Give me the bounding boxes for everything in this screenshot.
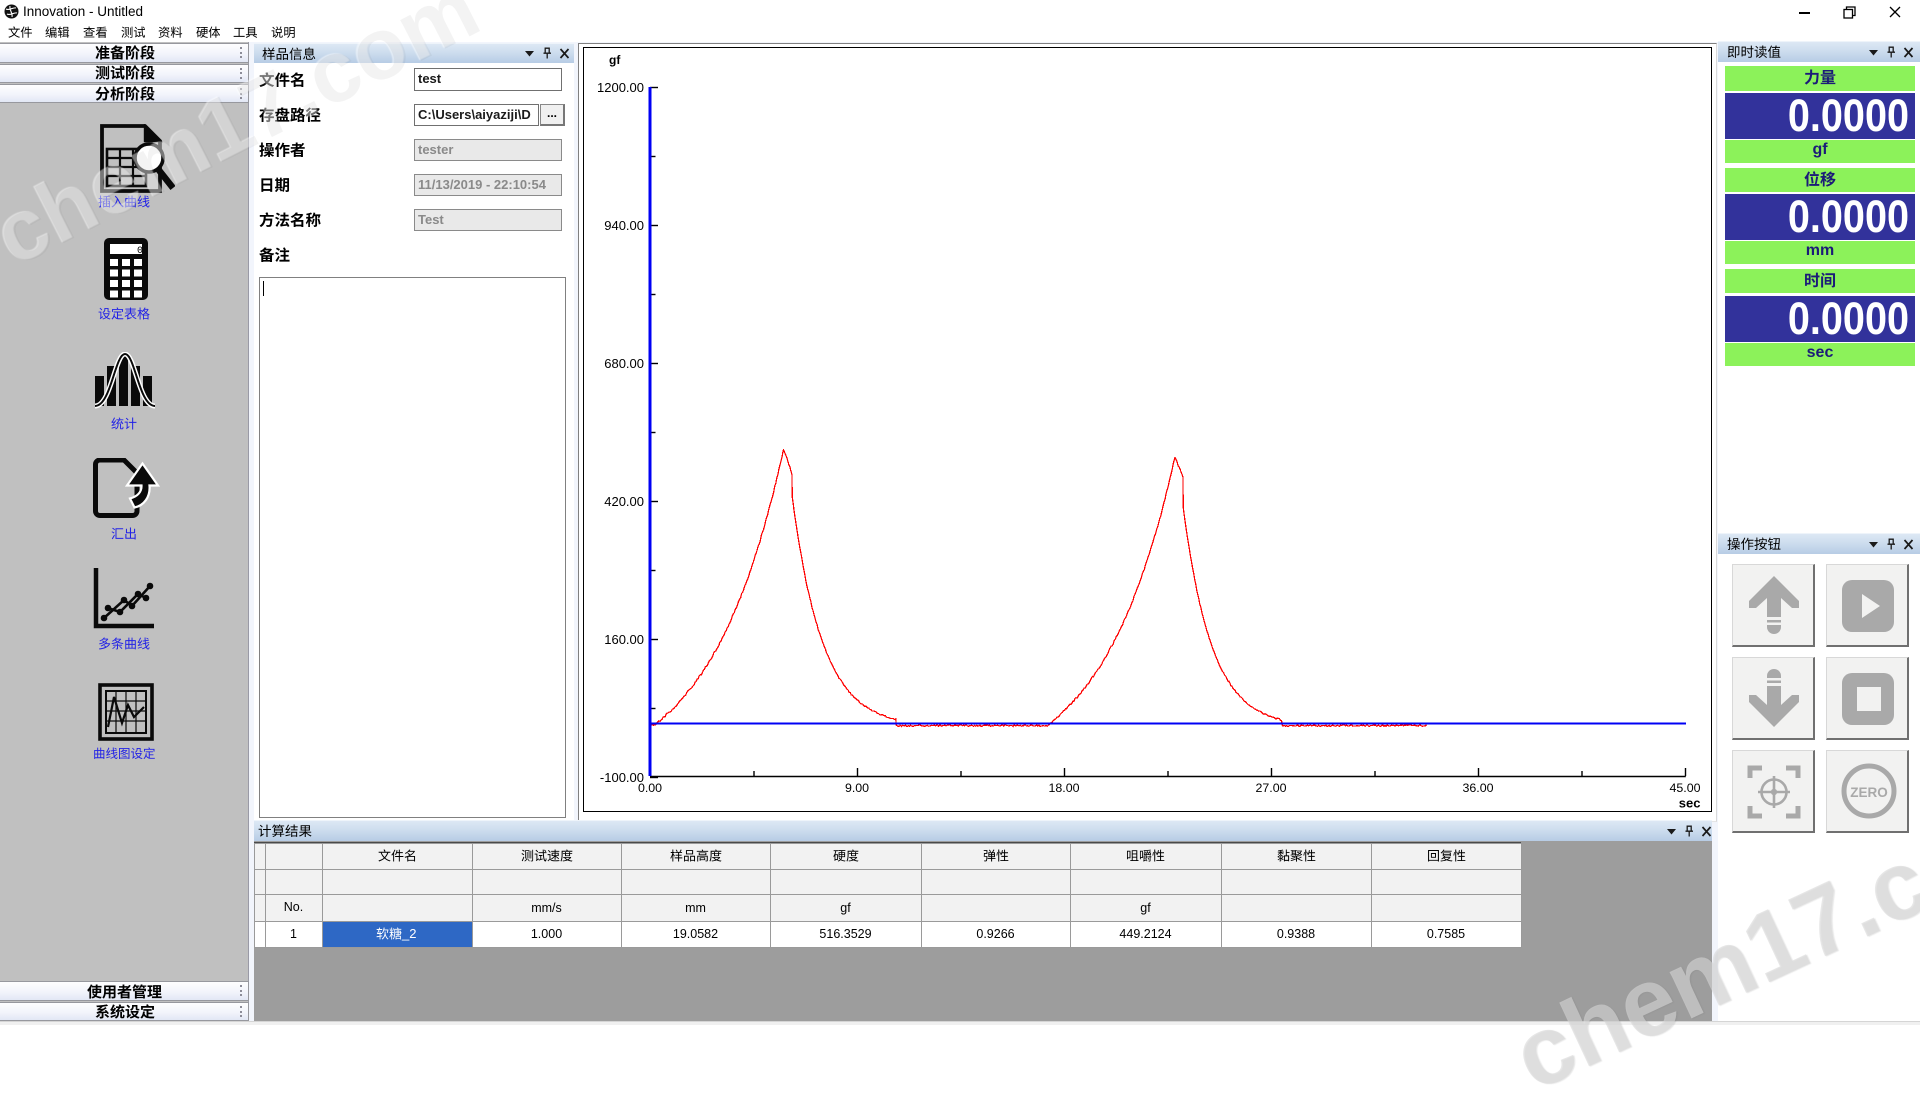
svg-text:ZERO: ZERO — [1850, 785, 1888, 800]
svg-text:1200.00: 1200.00 — [597, 80, 644, 95]
svg-text:gf: gf — [609, 53, 621, 67]
svg-text:27.00: 27.00 — [1255, 781, 1286, 795]
svg-text:sec: sec — [1679, 796, 1701, 811]
svg-text:0: 0 — [137, 246, 143, 257]
svg-text:9.00: 9.00 — [845, 781, 869, 795]
svg-text:0.00: 0.00 — [638, 781, 662, 795]
svg-text:36.00: 36.00 — [1462, 781, 1493, 795]
svg-text:680.00: 680.00 — [604, 356, 644, 371]
svg-text:45.00: 45.00 — [1669, 781, 1700, 795]
svg-text:18.00: 18.00 — [1048, 781, 1079, 795]
svg-text:160.00: 160.00 — [604, 632, 644, 647]
svg-text:940.00: 940.00 — [604, 218, 644, 233]
svg-text:420.00: 420.00 — [604, 494, 644, 509]
